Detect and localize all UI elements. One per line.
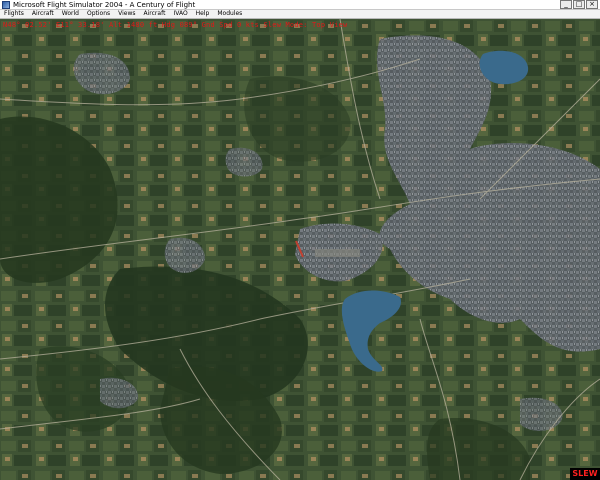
menu-aircraft[interactable]: Aircraft bbox=[28, 10, 58, 18]
menu-flights[interactable]: Flights bbox=[0, 10, 28, 18]
flight-simulator-icon[interactable] bbox=[2, 1, 10, 9]
window-controls: _ □ × bbox=[560, 0, 598, 10]
menu-help[interactable]: Help bbox=[192, 10, 214, 18]
scenery-viewport[interactable]: N48° 02.52' E11° 33.18' Alt 1480 ft Hdg … bbox=[0, 19, 600, 480]
aerial-scenery bbox=[0, 19, 600, 480]
menu-aircraft-2[interactable]: Aircraft bbox=[140, 10, 170, 18]
slew-mode-indicator: SLEW bbox=[570, 468, 600, 480]
menu-options[interactable]: Options bbox=[83, 10, 114, 18]
menu-ivao[interactable]: IVAO bbox=[169, 10, 191, 18]
minimize-icon[interactable]: _ bbox=[560, 0, 572, 9]
hud-status-text: N48° 02.52' E11° 33.18' Alt 1480 ft Hdg … bbox=[3, 21, 348, 29]
menu-world[interactable]: World bbox=[58, 10, 83, 18]
menu-bar: Flights Aircraft World Options Views Air… bbox=[0, 10, 600, 19]
window-title: Microsoft Flight Simulator 2004 - A Cent… bbox=[13, 1, 196, 9]
title-bar[interactable]: Microsoft Flight Simulator 2004 - A Cent… bbox=[0, 0, 600, 10]
close-icon[interactable]: × bbox=[586, 0, 598, 9]
menu-views[interactable]: Views bbox=[114, 10, 139, 18]
maximize-icon[interactable]: □ bbox=[573, 0, 585, 9]
app-window: Microsoft Flight Simulator 2004 - A Cent… bbox=[0, 0, 600, 480]
menu-modules[interactable]: Modules bbox=[213, 10, 246, 18]
